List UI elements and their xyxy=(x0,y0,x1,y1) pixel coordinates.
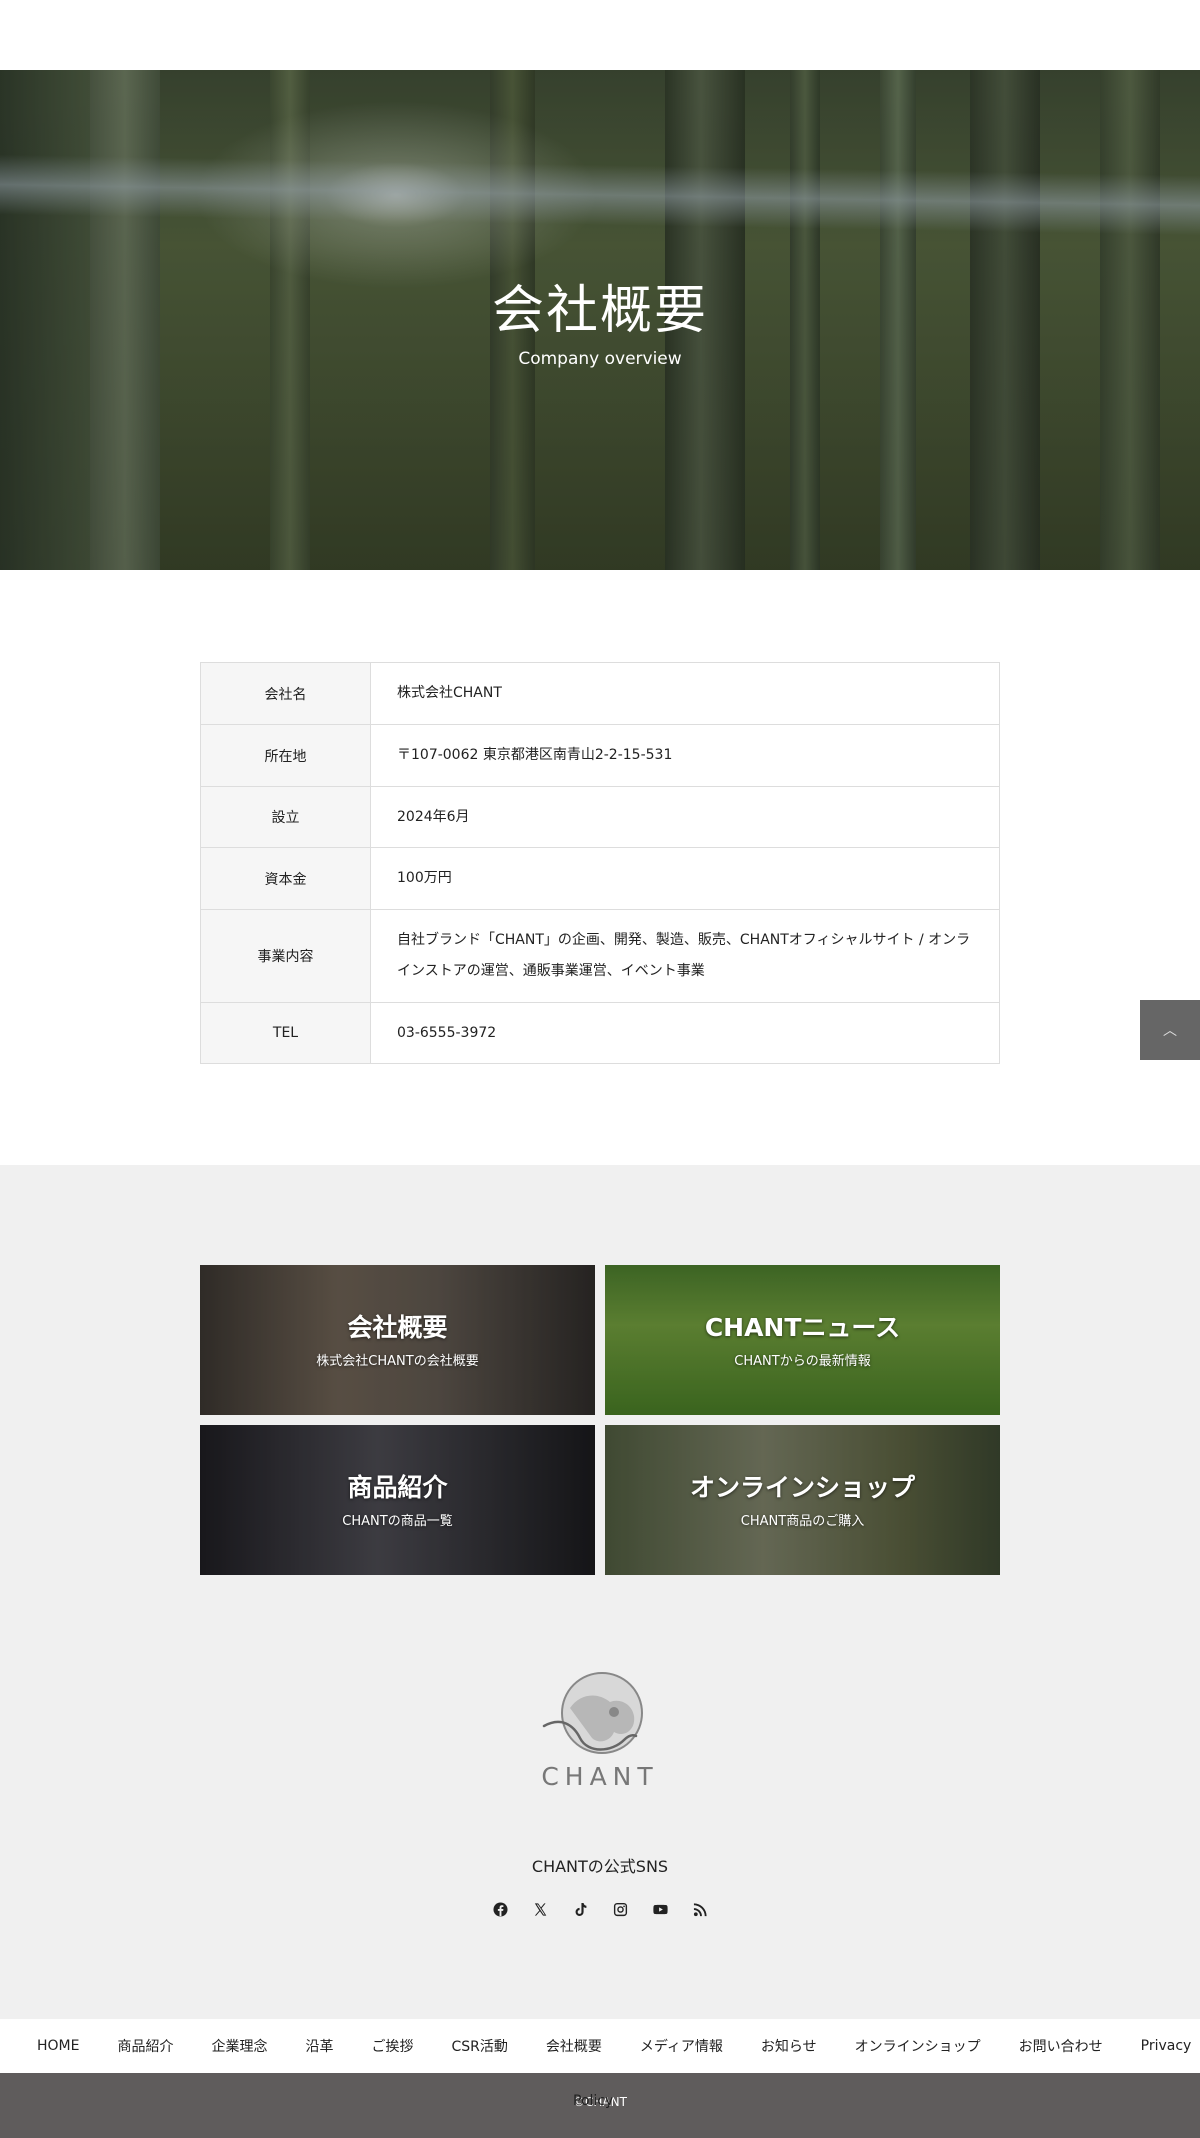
row-label: 設立 xyxy=(200,786,371,848)
card-online-shop[interactable]: オンラインショップ CHANT商品のご購入 xyxy=(605,1425,1000,1575)
row-label: 会社名 xyxy=(200,662,371,725)
row-value: 03-6555-3972 xyxy=(370,1002,1000,1064)
card-subtitle: 株式会社CHANTの会社概要 xyxy=(316,1354,479,1369)
card-title: オンラインショップ xyxy=(689,1473,915,1502)
table-row: 事業内容 自社ブランド「CHANT」の企画、開発、製造、販売、CHANTオフィシ… xyxy=(200,909,1000,1003)
footer-nav-contact[interactable]: お問い合わせ xyxy=(1019,2036,1103,2056)
footer-nav-home[interactable]: HOME xyxy=(37,2038,79,2054)
card-title: CHANTニュース xyxy=(704,1313,901,1342)
row-label: 所在地 xyxy=(200,724,371,787)
top-header xyxy=(0,0,1200,70)
tiktok-icon[interactable] xyxy=(570,1899,590,1919)
card-company-overview[interactable]: 会社概要 株式会社CHANTの会社概要 xyxy=(200,1265,595,1415)
row-value: 株式会社CHANT xyxy=(370,662,1000,725)
facebook-icon[interactable] xyxy=(490,1899,510,1919)
row-value: 100万円 xyxy=(370,847,1000,910)
row-value: 〒107-0062 東京都港区南青山2-2-15-531 xyxy=(370,724,1000,787)
card-chant-news[interactable]: CHANTニュース CHANTからの最新情報 xyxy=(605,1265,1000,1415)
company-info-table: 会社名 株式会社CHANT 所在地 〒107-0062 東京都港区南青山2-2-… xyxy=(200,662,1000,1064)
table-row: 会社名 株式会社CHANT xyxy=(200,662,1000,725)
card-subtitle: CHANT商品のご購入 xyxy=(740,1514,865,1529)
footer-nav-csr[interactable]: CSR活動 xyxy=(451,2036,507,2056)
footer-nav-philosophy[interactable]: 企業理念 xyxy=(211,2036,267,2056)
instagram-icon[interactable] xyxy=(610,1899,630,1919)
footer-nav-news[interactable]: お知らせ xyxy=(761,2036,817,2056)
footer-section xyxy=(0,1165,1200,2019)
hero-banner: 会社概要 Company overview xyxy=(0,70,1200,570)
footer-nav-online-shop[interactable]: オンラインショップ xyxy=(855,2036,981,2056)
x-icon[interactable] xyxy=(530,1899,550,1919)
footer-nav-greeting[interactable]: ご挨拶 xyxy=(371,2036,413,2056)
row-label: 資本金 xyxy=(200,847,371,910)
card-products[interactable]: 商品紹介 CHANTの商品一覧 xyxy=(200,1425,595,1575)
row-value: 自社ブランド「CHANT」の企画、開発、製造、販売、CHANTオフィシャルサイト… xyxy=(370,909,1000,1003)
rss-icon[interactable] xyxy=(690,1899,710,1919)
row-label: TEL xyxy=(200,1002,371,1064)
card-subtitle: CHANTの商品一覧 xyxy=(342,1514,453,1529)
row-label: 事業内容 xyxy=(200,909,371,1003)
card-title: 会社概要 xyxy=(347,1313,448,1342)
card-subtitle: CHANTからの最新情報 xyxy=(734,1354,871,1369)
table-row: 資本金 100万円 xyxy=(200,847,1000,910)
footer-nav-products[interactable]: 商品紹介 xyxy=(117,2036,173,2056)
page-title: 会社概要 xyxy=(491,281,708,341)
youtube-icon[interactable] xyxy=(650,1899,670,1919)
card-title: 商品紹介 xyxy=(347,1473,448,1502)
footer-nav-privacy-policy-wrap[interactable]: Policy xyxy=(573,2093,613,2109)
footer-nav-privacy[interactable]: Privacy xyxy=(1141,2038,1192,2054)
brand-name: CHANT xyxy=(541,1762,659,1791)
table-row: 設立 2024年6月 xyxy=(200,786,1000,848)
row-value: 2024年6月 xyxy=(370,786,1000,848)
row-value-line: 自社ブランド「CHANT」の企画、開発、製造、販売、CHANTオフィシャルサイト… xyxy=(397,932,971,948)
table-row: TEL 03-6555-3972 xyxy=(200,1002,1000,1064)
row-value-line: インストアの運営、通販事業運営、イベント事業 xyxy=(397,963,705,979)
footer-nav-history[interactable]: 沿革 xyxy=(305,2036,333,2056)
sns-links xyxy=(490,1899,710,1919)
back-to-top-button[interactable]: ︿ xyxy=(1140,1000,1200,1060)
chevron-up-icon: ︿ xyxy=(1163,1023,1177,1039)
footer-nav-media[interactable]: メディア情報 xyxy=(640,2036,723,2056)
sns-title: CHANTの公式SNS xyxy=(531,1857,669,1876)
footer-nav-company[interactable]: 会社概要 xyxy=(546,2036,602,2056)
footer-nav: HOME 商品紹介 企業理念 沿革 ご挨拶 CSR活動 会社概要 メディア情報 … xyxy=(0,2019,1200,2073)
table-row: 所在地 〒107-0062 東京都港区南青山2-2-15-531 xyxy=(200,724,1000,787)
page-subtitle: Company overview xyxy=(518,349,682,369)
chant-logo-icon[interactable] xyxy=(540,1668,660,1764)
